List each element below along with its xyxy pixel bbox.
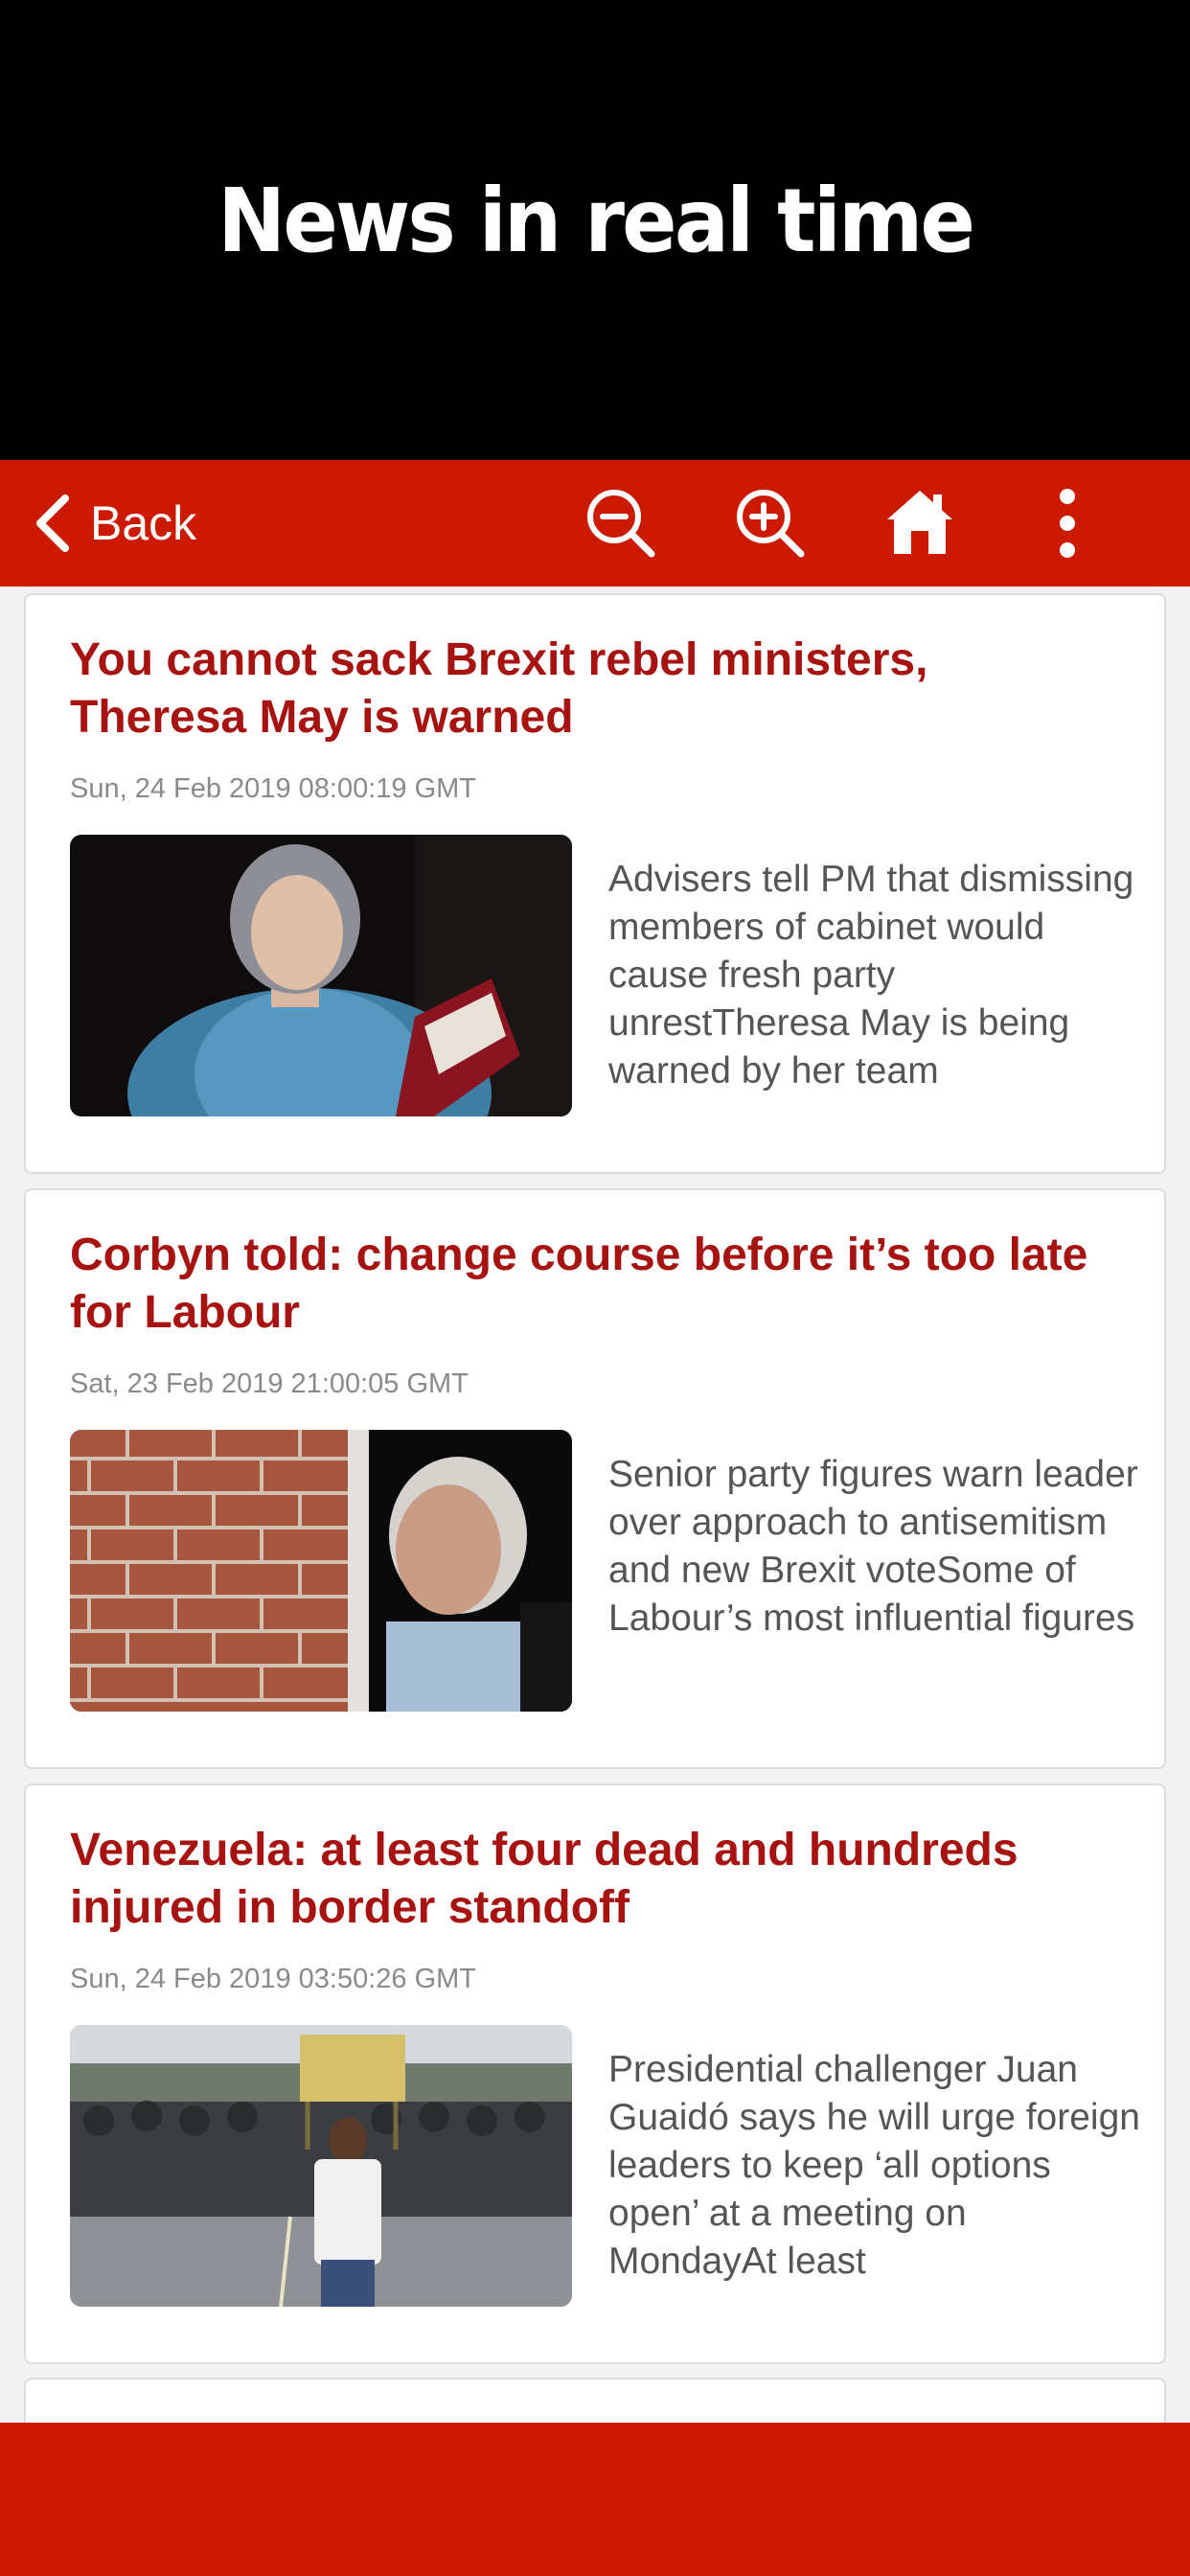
more-options-button[interactable]	[1031, 487, 1104, 560]
chevron-left-icon	[36, 494, 69, 552]
photo-theresa-may-image	[70, 835, 572, 1116]
article-thumbnail[interactable]	[70, 1430, 572, 1712]
article-date: Sun, 24 Feb 2019 08:00:19 GMT	[70, 773, 476, 804]
home-icon	[887, 491, 952, 554]
article-excerpt: Senior party figures warn leader over ap…	[608, 1454, 1138, 1639]
home-button[interactable]	[883, 487, 956, 560]
more-vertical-icon	[1060, 489, 1075, 558]
zoom-out-button[interactable]	[584, 487, 657, 560]
article-card[interactable]: You cannot sack Brexit rebel ministers, …	[24, 593, 1166, 1174]
photo-venezuela-border-image	[70, 2025, 572, 2307]
article-thumbnail[interactable]	[70, 2025, 572, 2307]
article-title[interactable]: You cannot sack Brexit rebel ministers, …	[70, 632, 1105, 747]
back-label: Back	[90, 496, 197, 550]
back-button[interactable]: Back	[33, 460, 196, 586]
article-excerpt: Presidential challenger Juan Guaidó says…	[608, 2049, 1140, 2282]
zoom-in-button[interactable]	[734, 487, 807, 560]
article-date: Sat, 23 Feb 2019 21:00:05 GMT	[70, 1368, 469, 1399]
article-title[interactable]: Venezuela: at least four dead and hundre…	[70, 1822, 1105, 1937]
article-date: Sun, 24 Feb 2019 03:50:26 GMT	[70, 1964, 476, 1994]
promo-banner: News in real time	[0, 0, 1190, 460]
article-title[interactable]: Corbyn told: change course before it’s t…	[70, 1227, 1105, 1342]
article-card[interactable]: Corbyn told: change course before it’s t…	[24, 1188, 1166, 1769]
article-feed[interactable]: You cannot sack Brexit rebel ministers, …	[0, 586, 1190, 2423]
article-thumbnail[interactable]	[70, 835, 572, 1116]
promo-title: News in real time	[217, 169, 975, 272]
article-card[interactable]	[24, 2378, 1166, 2423]
article-excerpt: Advisers tell PM that dismissing members…	[608, 859, 1134, 1092]
zoom-out-icon	[587, 490, 655, 558]
article-card[interactable]: Venezuela: at least four dead and hundre…	[24, 1783, 1166, 2364]
zoom-in-icon	[737, 490, 805, 558]
toolbar: Back	[0, 460, 1190, 586]
bottom-bar	[0, 2423, 1190, 2576]
photo-jeremy-corbyn-image	[70, 1430, 572, 1712]
